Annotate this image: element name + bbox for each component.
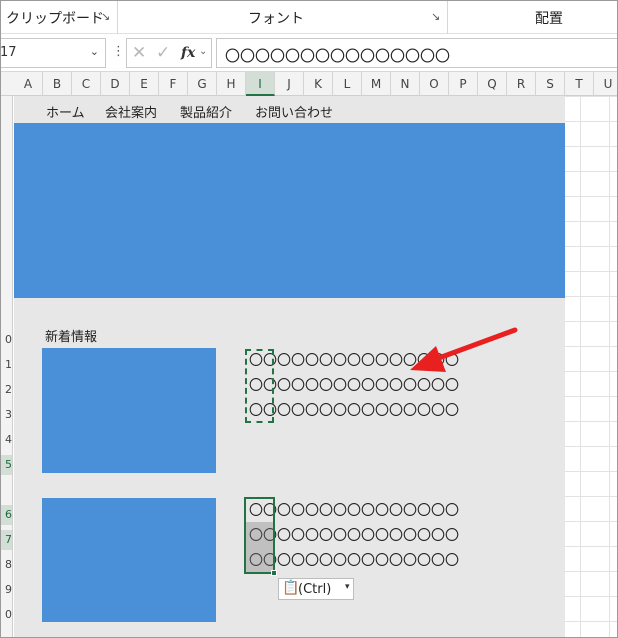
news-image-2: [42, 498, 216, 622]
clipboard-icon: 📋: [282, 580, 300, 596]
column-headers: ABCDEFGHIJKLMNOPQRSTU: [0, 72, 618, 96]
news-image-1: [42, 348, 216, 473]
formula-bar: 17 ⌄ ⋮ ✕ ✓ fx ⌄ 〇〇〇〇〇〇〇〇〇〇〇〇〇〇〇: [0, 34, 618, 72]
column-header-a[interactable]: A: [14, 72, 43, 96]
column-header-q[interactable]: Q: [478, 72, 507, 96]
enter-icon[interactable]: ✓: [156, 43, 170, 63]
cancel-icon[interactable]: ✕: [132, 43, 146, 63]
row-header[interactable]: 9: [0, 580, 12, 600]
nav-item-contact: お問い合わせ: [255, 106, 334, 121]
hero-banner: [14, 123, 565, 298]
block2-line-2: 〇〇〇〇〇〇〇〇〇〇〇〇〇〇〇: [249, 528, 459, 544]
chevron-down-icon: ▾: [345, 582, 350, 592]
nav-item-company: 会社案内: [105, 106, 158, 121]
copy-marquee: [245, 349, 274, 423]
formula-buttons: ✕ ✓ fx ⌄: [126, 38, 212, 68]
row-headers: 0 1 2 3 4 5 6 7 8 9 0: [0, 96, 13, 638]
ribbon-group-labels: クリップボード ↘ フォント ↘ 配置: [0, 0, 618, 34]
column-header-g[interactable]: G: [188, 72, 217, 96]
block1-line-3: 〇〇〇〇〇〇〇〇〇〇〇〇〇〇〇: [249, 403, 459, 419]
ribbon-group-font: フォント ↘: [118, 0, 448, 34]
column-header-b[interactable]: B: [43, 72, 72, 96]
column-header-k[interactable]: K: [304, 72, 333, 96]
column-header-l[interactable]: L: [333, 72, 362, 96]
formula-input[interactable]: 〇〇〇〇〇〇〇〇〇〇〇〇〇〇〇: [216, 38, 618, 68]
fill-handle[interactable]: [271, 570, 277, 576]
column-header-h[interactable]: H: [217, 72, 246, 96]
mockup-nav: ホーム 会社案内 製品紹介 お問い合わせ: [14, 96, 565, 123]
column-header-c[interactable]: C: [72, 72, 101, 96]
formula-value: 〇〇〇〇〇〇〇〇〇〇〇〇〇〇〇: [225, 47, 451, 65]
column-header-p[interactable]: P: [449, 72, 478, 96]
paste-options-button[interactable]: 📋 (Ctrl) ▾: [278, 578, 354, 600]
alignment-group-label: 配置: [535, 11, 563, 27]
row-header[interactable]: 0: [0, 330, 12, 350]
block2-line-3: 〇〇〇〇〇〇〇〇〇〇〇〇〇〇〇: [249, 553, 459, 569]
name-box[interactable]: 17 ⌄: [0, 38, 106, 68]
row-header[interactable]: 4: [0, 430, 12, 450]
column-header-m[interactable]: M: [362, 72, 391, 96]
font-launcher-icon[interactable]: ↘: [431, 10, 440, 23]
column-header-o[interactable]: O: [420, 72, 449, 96]
chevron-down-icon[interactable]: ⌄: [199, 46, 207, 57]
column-header-u[interactable]: U: [594, 72, 618, 96]
column-header-n[interactable]: N: [391, 72, 420, 96]
row-header[interactable]: 3: [0, 405, 12, 425]
row-header[interactable]: 8: [0, 555, 12, 575]
paste-options-label: (Ctrl): [298, 582, 332, 597]
selected-range[interactable]: [244, 497, 275, 574]
row-header[interactable]: 2: [0, 380, 12, 400]
row-header[interactable]: 6: [0, 505, 12, 525]
news-heading: 新着情報: [45, 330, 98, 345]
clipboard-group-label: クリップボード: [6, 11, 104, 27]
chevron-down-icon[interactable]: ⌄: [90, 45, 99, 58]
row-header[interactable]: 1: [0, 355, 12, 375]
font-group-label: フォント: [248, 11, 304, 27]
block1-line-2: 〇〇〇〇〇〇〇〇〇〇〇〇〇〇〇: [249, 378, 459, 394]
column-header-j[interactable]: J: [275, 72, 304, 96]
column-header-i[interactable]: I: [246, 72, 275, 96]
nav-item-products: 製品紹介: [180, 106, 233, 121]
block2-line-1: 〇〇〇〇〇〇〇〇〇〇〇〇〇〇〇: [249, 503, 459, 519]
name-box-value: 17: [0, 45, 17, 60]
column-header-f[interactable]: F: [159, 72, 188, 96]
block1-line-1: 〇〇〇〇〇〇〇〇〇〇〇〇〇〇〇: [249, 353, 459, 369]
column-header-e[interactable]: E: [130, 72, 159, 96]
column-header-t[interactable]: T: [565, 72, 594, 96]
ribbon-group-clipboard: クリップボード ↘: [0, 0, 118, 34]
row-header[interactable]: 7: [0, 530, 12, 550]
row-header[interactable]: 0: [0, 605, 12, 625]
nav-item-home: ホーム: [46, 106, 85, 121]
column-header-d[interactable]: D: [101, 72, 130, 96]
column-header-s[interactable]: S: [536, 72, 565, 96]
website-mockup: ホーム 会社案内 製品紹介 お問い合わせ 新着情報 〇〇〇〇〇〇〇〇〇〇〇〇〇〇…: [14, 96, 565, 638]
clipboard-launcher-icon[interactable]: ↘: [101, 10, 110, 23]
row-header[interactable]: 5: [0, 455, 12, 475]
insert-function-icon[interactable]: fx: [181, 45, 195, 61]
more-options-icon[interactable]: ⋮: [112, 44, 125, 59]
ribbon-group-alignment: 配置: [448, 0, 618, 34]
column-header-r[interactable]: R: [507, 72, 536, 96]
